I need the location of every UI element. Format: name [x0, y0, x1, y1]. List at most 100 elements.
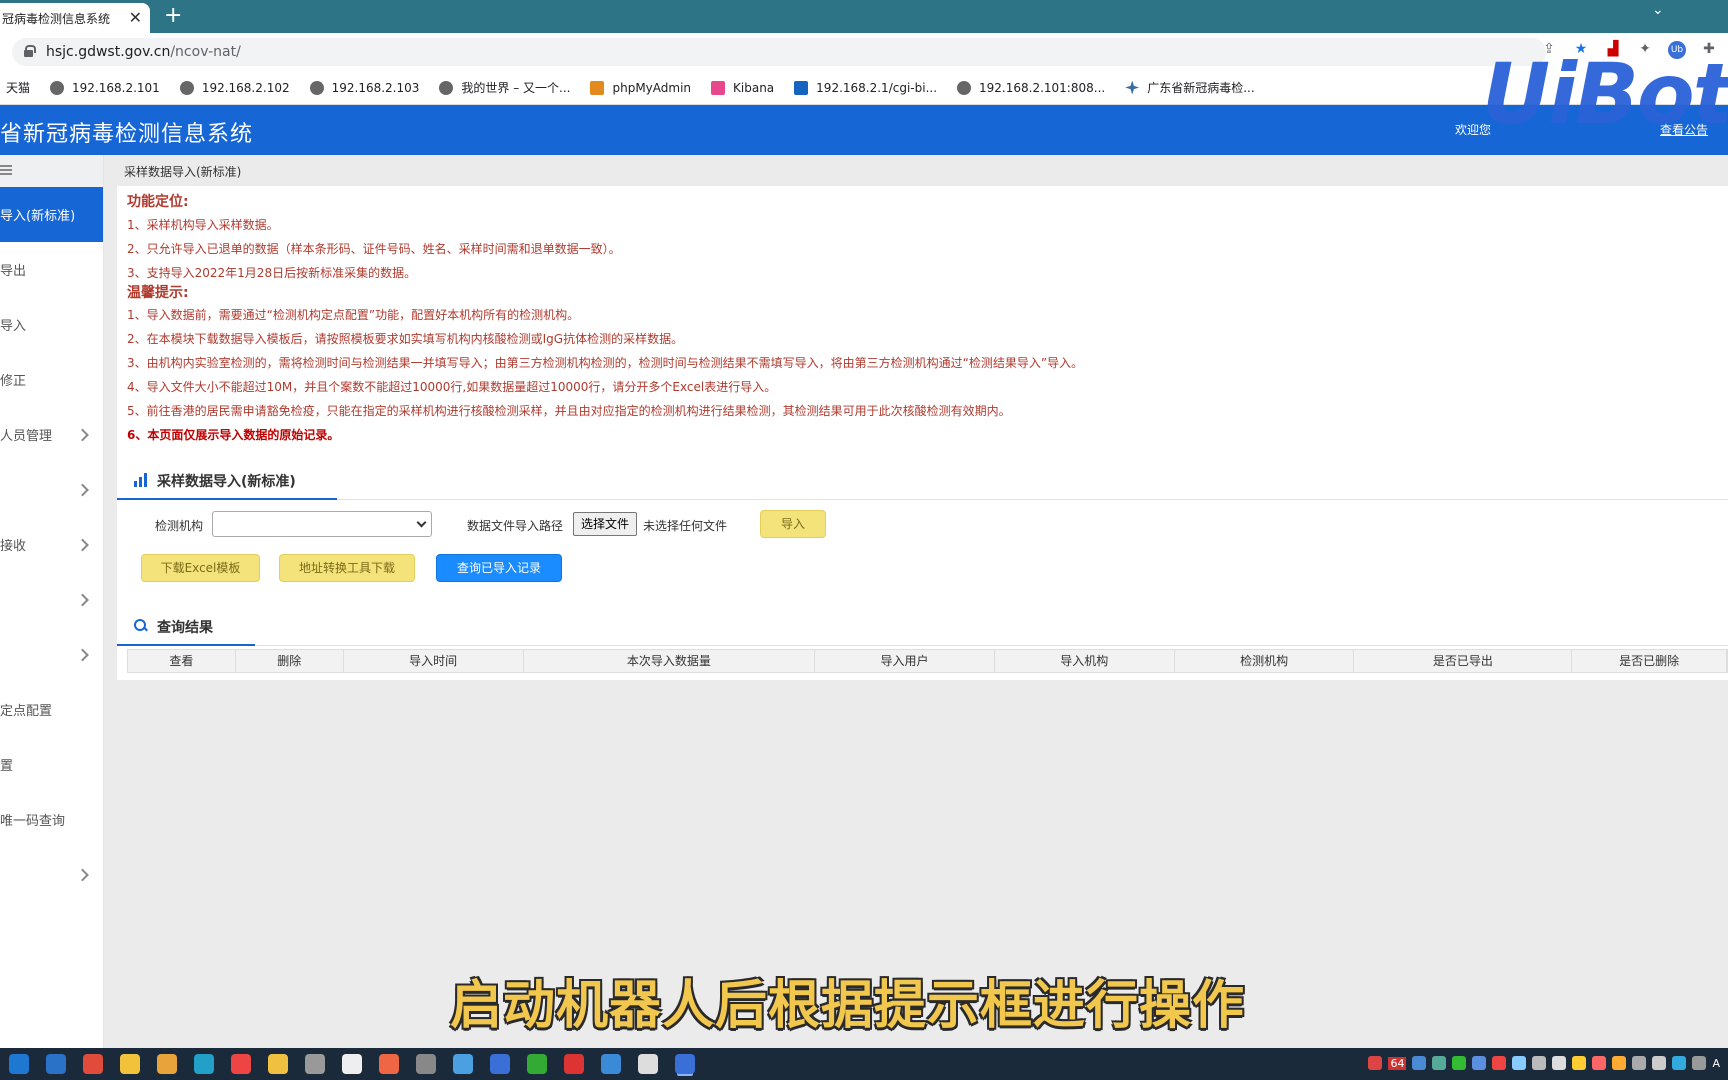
column-header[interactable]: 是否已导出: [1354, 650, 1573, 672]
sidebar-item[interactable]: 定点配置: [0, 682, 103, 737]
bookmark-item[interactable]: Kibana: [711, 80, 774, 95]
column-header[interactable]: 删除: [236, 650, 344, 672]
column-header[interactable]: 本次导入数据量: [524, 650, 816, 672]
sidebar-item[interactable]: 修正: [0, 352, 103, 407]
bookmark-item[interactable]: 192.168.2.1/cgi-bi...: [794, 80, 937, 95]
close-icon[interactable]: ✕: [129, 8, 142, 27]
choose-file-button[interactable]: 选择文件: [573, 512, 637, 536]
tray-app-icon[interactable]: [1492, 1056, 1507, 1070]
bookmark-item[interactable]: 192.168.2.102: [179, 80, 290, 95]
notice-line: 1、采样机构导入采样数据。: [127, 218, 279, 232]
download-template-button[interactable]: 下载Excel模板: [141, 554, 260, 582]
keyboard-icon[interactable]: [1692, 1056, 1707, 1070]
column-header[interactable]: 导入机构: [995, 650, 1175, 672]
import-button[interactable]: 导入: [760, 510, 826, 538]
taskbar-app-icon[interactable]: [120, 1054, 140, 1074]
taskbar-app-icon[interactable]: [490, 1054, 510, 1074]
network-icon[interactable]: [1652, 1056, 1667, 1070]
sidebar-item[interactable]: 导入(新标准): [0, 187, 103, 242]
sidebar-item[interactable]: 置: [0, 737, 103, 792]
column-header[interactable]: 查看: [128, 650, 236, 672]
bookmark-item[interactable]: 192.168.2.103: [309, 80, 420, 95]
sidebar-item[interactable]: 人员管理: [0, 407, 103, 462]
bookmark-item[interactable]: 广东省新冠病毒检...: [1125, 79, 1255, 96]
tray-app-icon[interactable]: [1368, 1056, 1383, 1070]
column-header[interactable]: 是否已删除: [1572, 650, 1728, 672]
browser-tab[interactable]: 冠病毒检测信息系统 ✕: [0, 3, 150, 33]
tray-app-icon[interactable]: [1672, 1056, 1687, 1070]
tray-app-icon[interactable]: [1552, 1056, 1567, 1070]
lock-icon[interactable]: [24, 45, 36, 57]
address-tool-button[interactable]: 地址转换工具下载: [279, 554, 415, 582]
org-select[interactable]: [212, 511, 432, 537]
sidebar-item[interactable]: 导入: [0, 297, 103, 352]
sidebar-item[interactable]: [0, 847, 103, 902]
taskbar-app-icon[interactable]: [305, 1054, 325, 1074]
column-header[interactable]: 检测机构: [1175, 650, 1355, 672]
tray-app-icon[interactable]: [1472, 1056, 1487, 1070]
tray-app-icon[interactable]: [1612, 1056, 1627, 1070]
sidebar-item[interactable]: [0, 572, 103, 627]
result-section-header: 查询结果: [117, 606, 1728, 646]
url-host: hsjc.gdwst.gov.cn: [46, 44, 171, 60]
taskbar-app-icon[interactable]: [564, 1054, 584, 1074]
result-panel: 查询结果 查看 删除 导入时间 本次导入数据量 导入用户 导入机构 检测机构 是否已导出 是否已…: [117, 606, 1728, 680]
notice-line: 3、支持导入2022年1月28日后按新标准采集的数据。: [127, 266, 417, 280]
input-method-indicator[interactable]: A: [1712, 1057, 1720, 1070]
section-underline: [117, 498, 337, 500]
sidebar-item[interactable]: 唯一码查询: [0, 792, 103, 847]
menu-icon[interactable]: [0, 165, 12, 175]
taskbar-app-icon[interactable]: [379, 1054, 399, 1074]
taskbar-app-icon[interactable]: [638, 1054, 658, 1074]
taskbar-app-icon[interactable]: [157, 1054, 177, 1074]
bookmark-label: 我的世界 – 又一个...: [461, 81, 571, 95]
taskbar-app-icon[interactable]: [527, 1054, 547, 1074]
tray-app-icon[interactable]: [1532, 1056, 1547, 1070]
taskbar-app-icon[interactable]: [268, 1054, 288, 1074]
wechat-icon[interactable]: [1452, 1056, 1467, 1070]
sidebar-menu: 导入(新标准) 导出 导入 修正 人员管理接收定点配置置唯一码查询: [0, 187, 103, 902]
sidebar-item[interactable]: [0, 627, 103, 682]
taskbar-app-icon[interactable]: [416, 1054, 436, 1074]
volume-icon[interactable]: [1632, 1056, 1647, 1070]
taskbar-app-icon[interactable]: [83, 1054, 103, 1074]
bookmark-item[interactable]: 192.168.2.101: [50, 80, 160, 95]
section-underline: [117, 644, 255, 646]
column-header[interactable]: 导入用户: [815, 650, 995, 672]
tray-app-icon[interactable]: [1572, 1056, 1587, 1070]
bookmark-label: 天猫: [6, 81, 31, 95]
bookmark-item[interactable]: phpMyAdmin: [590, 80, 691, 95]
globe-icon: [957, 80, 972, 95]
sidebar-item[interactable]: [0, 462, 103, 517]
bookmark-label: 192.168.2.103: [331, 80, 420, 95]
tray-badge[interactable]: 64: [1388, 1056, 1407, 1070]
taskbar-app-icon[interactable]: [675, 1054, 695, 1074]
notice-line: 3、由机构内实验室检测的，需将检测时间与检测结果一并填写导入；由第三方检测机构检…: [127, 356, 1084, 370]
import-section-header: 采样数据导入(新标准): [117, 460, 1728, 500]
tray-app-icon[interactable]: [1512, 1056, 1527, 1070]
taskbar-app-icon[interactable]: [9, 1054, 29, 1074]
url-input[interactable]: hsjc.gdwst.gov.cn/ncov-nat/: [12, 38, 1546, 66]
new-tab-button[interactable]: +: [164, 3, 182, 28]
taskbar-app-icon[interactable]: [46, 1054, 66, 1074]
tray-app-icon[interactable]: [1592, 1056, 1607, 1070]
taskbar-app-icon[interactable]: [194, 1054, 214, 1074]
taskbar-app-icon[interactable]: [231, 1054, 251, 1074]
taskbar-app-icon[interactable]: [453, 1054, 473, 1074]
query-imported-button[interactable]: 查询已导入记录: [436, 554, 562, 582]
bookmark-item[interactable]: 192.168.2.101:808...: [957, 80, 1105, 95]
taskbar-app-icon[interactable]: [342, 1054, 362, 1074]
sidebar-item[interactable]: 导出: [0, 242, 103, 297]
column-header[interactable]: 导入时间: [344, 650, 524, 672]
sidebar-toggle[interactable]: [0, 155, 103, 187]
tab-title: 冠病毒检测信息系统: [2, 11, 111, 26]
chevron-down-icon: [416, 517, 427, 528]
bookmark-item[interactable]: 天猫: [6, 79, 30, 96]
sidebar-item[interactable]: 接收: [0, 517, 103, 572]
taskbar-app-icon[interactable]: [601, 1054, 621, 1074]
chevron-down-icon[interactable]: ⌄: [1652, 2, 1664, 18]
bookmark-item[interactable]: 我的世界 – 又一个...: [439, 79, 570, 96]
shield-icon[interactable]: [1412, 1056, 1427, 1070]
import-section-title: 采样数据导入(新标准): [157, 474, 296, 490]
tray-app-icon[interactable]: [1432, 1056, 1447, 1070]
